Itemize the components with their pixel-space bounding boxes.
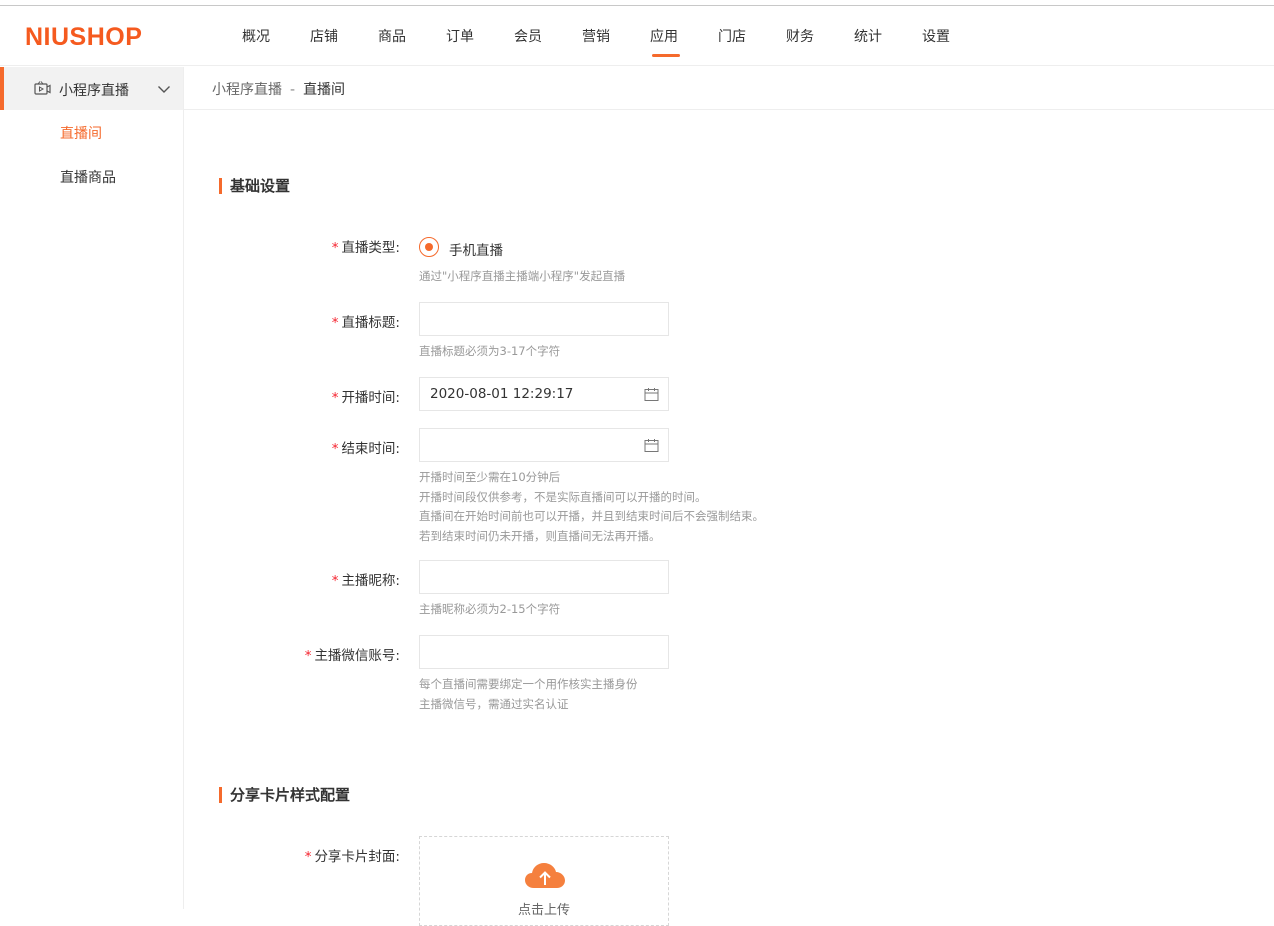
end-time-hint-line: 开播时间段仅供参考，不是实际直播间可以开播的时间。: [419, 489, 707, 504]
sidebar-item-live-room[interactable]: 直播间: [60, 123, 102, 143]
anchor-wechat-hint-line: 每个直播间需要绑定一个用作核实主播身份: [419, 677, 638, 691]
top-header: NIUSHOP 概况 店铺 商品 订单 会员 营销 应用 门店 财务 统计 设置: [0, 6, 1274, 66]
section-title-share: 分享卡片样式配置: [219, 787, 350, 803]
start-time-value: 2020-08-01 12:29:17: [430, 386, 574, 402]
end-time-input[interactable]: [419, 428, 669, 462]
nav-item-finance[interactable]: 财务: [766, 6, 834, 66]
calendar-icon[interactable]: [644, 387, 659, 402]
chevron-down-icon[interactable]: [157, 82, 171, 96]
main-nav: 概况 店铺 商品 订单 会员 营销 应用 门店 财务 统计 设置: [222, 6, 970, 66]
sidebar-group-mini-live[interactable]: 小程序直播: [0, 67, 183, 110]
sidebar-group-label: 小程序直播: [59, 83, 129, 99]
live-type-hint: 通过"小程序直播主播端小程序"发起直播: [419, 269, 626, 283]
nav-item-goods[interactable]: 商品: [358, 6, 426, 66]
end-time-hints: 开播时间至少需在10分钟后 开播时间段仅供参考，不是实际直播间可以开播的时间。 …: [419, 468, 764, 546]
start-time-label: * 开播时间:: [331, 390, 400, 406]
nav-item-orders[interactable]: 订单: [426, 6, 494, 66]
breadcrumb: 小程序直播 - 直播间: [212, 79, 345, 99]
brand-logo[interactable]: NIUSHOP: [25, 24, 142, 50]
live-title-label: * 直播标题:: [331, 315, 400, 331]
live-type-label: * 直播类型:: [331, 240, 400, 256]
breadcrumb-separator: -: [290, 82, 296, 98]
sidebar: 小程序直播 直播间 直播商品: [0, 67, 184, 909]
nav-item-stores[interactable]: 门店: [698, 6, 766, 66]
anchor-name-hint: 主播昵称必须为2-15个字符: [419, 602, 561, 616]
sidebar-item-live-goods[interactable]: 直播商品: [60, 167, 116, 187]
share-cover-label: * 分享卡片封面:: [304, 849, 400, 865]
nav-item-members[interactable]: 会员: [494, 6, 562, 66]
nav-item-shop[interactable]: 店铺: [290, 6, 358, 66]
end-time-hint-line: 开播时间至少需在10分钟后: [419, 470, 561, 484]
calendar-icon[interactable]: [644, 438, 659, 453]
anchor-wechat-label: * 主播微信账号:: [304, 648, 400, 664]
anchor-wechat-hints: 每个直播间需要绑定一个用作核实主播身份 主播微信号，需通过实名认证: [419, 675, 638, 714]
nav-item-statistics[interactable]: 统计: [834, 6, 902, 66]
live-type-option-label[interactable]: 手机直播: [449, 239, 503, 259]
cloud-upload-icon: [525, 863, 565, 888]
breadcrumb-parent[interactable]: 小程序直播: [212, 82, 282, 98]
anchor-name-input[interactable]: [419, 560, 669, 594]
share-cover-upload[interactable]: 点击上传: [419, 836, 669, 926]
start-time-input[interactable]: 2020-08-01 12:29:17: [419, 377, 669, 411]
breadcrumb-current: 直播间: [303, 82, 346, 98]
anchor-wechat-input[interactable]: [419, 635, 669, 669]
breadcrumb-bar: 小程序直播 - 直播间: [184, 67, 1274, 110]
nav-item-apps[interactable]: 应用: [630, 6, 698, 66]
live-title-hint: 直播标题必须为3-17个字符: [419, 344, 561, 358]
nav-item-marketing[interactable]: 营销: [562, 6, 630, 66]
section-title-basic: 基础设置: [219, 178, 290, 194]
nav-item-overview[interactable]: 概况: [222, 6, 290, 66]
end-time-hint-line: 若到结束时间仍未开播，则直播间无法再开播。: [419, 528, 661, 543]
anchor-wechat-hint-line: 主播微信号，需通过实名认证: [419, 696, 569, 711]
nav-item-settings[interactable]: 设置: [902, 6, 970, 66]
end-time-label: * 结束时间:: [331, 441, 400, 457]
live-title-input[interactable]: [419, 302, 669, 336]
live-type-radio[interactable]: [419, 237, 439, 257]
anchor-name-label: * 主播昵称:: [331, 573, 400, 589]
end-time-hint-line: 直播间在开始时间前也可以开播，并且到结束时间后不会强制结束。: [419, 509, 764, 523]
video-camera-icon: [34, 81, 51, 95]
